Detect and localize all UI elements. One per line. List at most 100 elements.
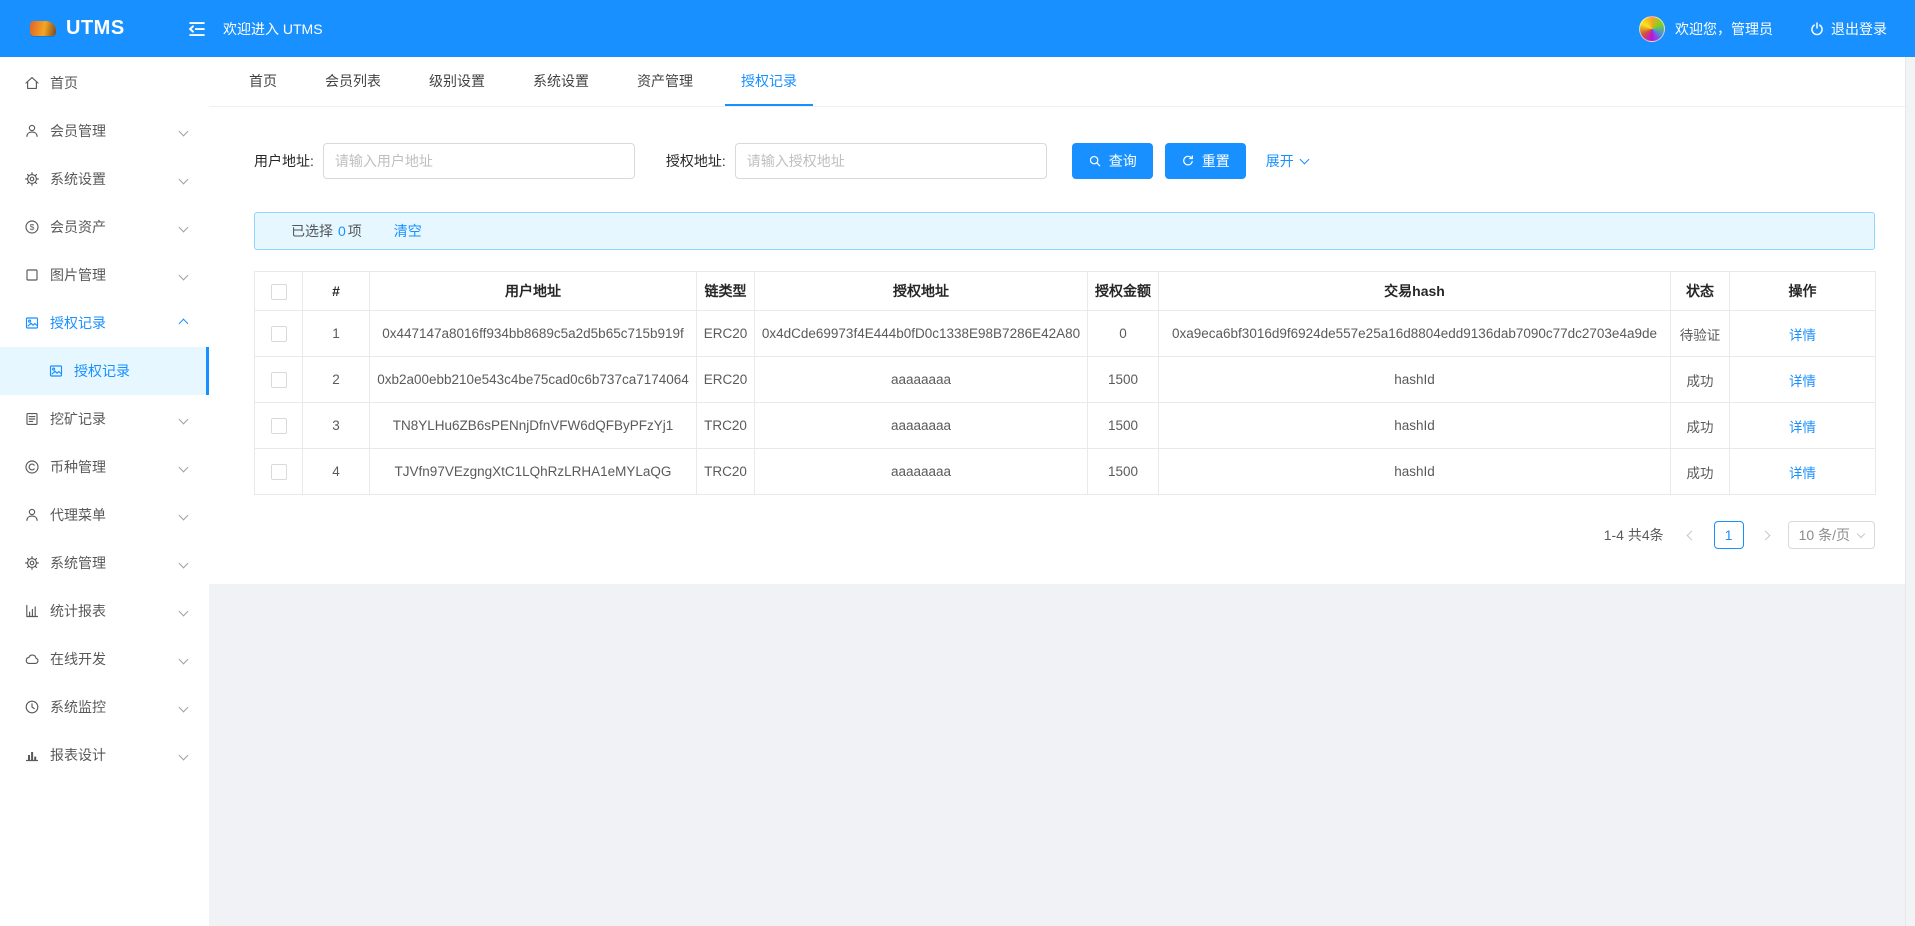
- dollar-circle-icon: $: [24, 219, 40, 235]
- user-address-cell: 0xb2a00ebb210e543c4be75cad0c6b737ca71740…: [369, 356, 697, 403]
- sidebar-item-member-management[interactable]: 会员管理: [0, 107, 209, 155]
- chevron-up-icon: [178, 318, 189, 329]
- sidebar-item-label: 系统管理: [50, 555, 106, 571]
- selection-prefix: 已选择: [291, 223, 333, 239]
- tab-level-settings[interactable]: 级别设置: [413, 57, 501, 106]
- sidebar-subitem-auth-records[interactable]: 授权记录: [0, 347, 209, 395]
- auth-address-cell: aaaaaaaa: [754, 356, 1088, 403]
- tab-home[interactable]: 首页: [233, 57, 293, 106]
- index-cell: 4: [302, 448, 370, 495]
- search-button[interactable]: 查询: [1071, 143, 1153, 179]
- sidebar-item-mining-records[interactable]: 挖矿记录: [0, 395, 209, 443]
- tab-bar: 首页 会员列表 级别设置 系统设置 资产管理 授权记录: [209, 57, 1915, 107]
- header-right: 欢迎您，管理员 退出登录: [1639, 15, 1915, 42]
- detail-link[interactable]: 详情: [1789, 328, 1816, 343]
- row-checkbox[interactable]: [270, 325, 287, 342]
- search-icon: [1089, 155, 1101, 167]
- sidebar-item-system-management[interactable]: 系统管理: [0, 539, 209, 587]
- sidebar-item-report-design[interactable]: 报表设计: [0, 731, 209, 779]
- tab-asset-management[interactable]: 资产管理: [621, 57, 709, 106]
- app-root: UTMS 欢迎进入 UTMS 欢迎您，管理员 退出登录 首页 会员管理 系统设置…: [0, 0, 1915, 926]
- prev-page-button[interactable]: [1680, 521, 1704, 549]
- chevron-down-icon: [178, 222, 189, 233]
- square-icon: [24, 267, 40, 283]
- chain-type-cell: ERC20: [696, 310, 755, 357]
- clear-selection-link[interactable]: 清空: [394, 221, 422, 241]
- tab-auth-records[interactable]: 授权记录: [725, 57, 813, 106]
- sidebar-item-image-management[interactable]: 图片管理: [0, 251, 209, 299]
- records-table: # 用户地址 链类型 授权地址 授权金额 交易hash 状态 操作 1 0x44…: [254, 271, 1876, 495]
- logo-icon: [30, 21, 56, 36]
- table-header-row: # 用户地址 链类型 授权地址 授权金额 交易hash 状态 操作: [254, 271, 1876, 311]
- clock-icon: [24, 699, 40, 715]
- sidebar-item-agent-menu[interactable]: 代理菜单: [0, 491, 209, 539]
- row-checkbox[interactable]: [270, 371, 287, 388]
- sidebar-item-online-dev[interactable]: 在线开发: [0, 635, 209, 683]
- expand-toggle[interactable]: 展开: [1266, 151, 1310, 171]
- logout-button[interactable]: 退出登录: [1809, 19, 1887, 39]
- col-action: 操作: [1729, 271, 1876, 311]
- sidebar-item-system-monitor[interactable]: 系统监控: [0, 683, 209, 731]
- sidebar-item-label: 统计报表: [50, 603, 106, 619]
- index-cell: 2: [302, 356, 370, 403]
- chevron-down-icon: [1299, 154, 1310, 165]
- col-index: #: [302, 271, 370, 311]
- sidebar-item-system-settings[interactable]: 系统设置: [0, 155, 209, 203]
- chain-type-cell: TRC20: [696, 448, 755, 495]
- logout-icon: [1809, 21, 1825, 37]
- col-user-address: 用户地址: [369, 271, 697, 311]
- status-cell: 成功: [1670, 448, 1730, 495]
- table-row: 3 TN8YLHu6ZB6sPENnjDfnVFW6dQFByPFzYj1 TR…: [254, 402, 1876, 449]
- checkbox-cell: [254, 448, 303, 495]
- chevron-down-icon: [178, 462, 189, 473]
- image-icon: [48, 363, 64, 379]
- selection-suffix: 项: [347, 223, 362, 239]
- chevron-down-icon: [178, 558, 189, 569]
- detail-link[interactable]: 详情: [1789, 420, 1816, 435]
- chevron-down-icon: [178, 606, 189, 617]
- refresh-icon: [1182, 155, 1193, 166]
- selection-count: 0: [338, 223, 346, 239]
- reset-button[interactable]: 重置: [1164, 143, 1246, 179]
- sidebar-item-member-assets[interactable]: $ 会员资产: [0, 203, 209, 251]
- avatar[interactable]: [1639, 15, 1665, 42]
- detail-link[interactable]: 详情: [1789, 374, 1816, 389]
- pagination-total: 1-4 共4条: [1603, 527, 1664, 543]
- select-all-cell: [254, 271, 303, 311]
- brand[interactable]: UTMS: [0, 17, 185, 40]
- select-all-checkbox[interactable]: [270, 283, 287, 300]
- row-checkbox[interactable]: [270, 463, 287, 480]
- sidebar-item-auth-records[interactable]: 授权记录: [0, 299, 209, 347]
- user-greeting: 欢迎您，管理员: [1675, 20, 1773, 37]
- sidebar-item-label: 会员资产: [50, 219, 106, 235]
- sidebar-item-coin-management[interactable]: 币种管理: [0, 443, 209, 491]
- sidebar: 首页 会员管理 系统设置 $ 会员资产 图片管理 授权记录 授权记录 挖矿记录 …: [0, 57, 209, 926]
- chevron-down-icon: [178, 654, 189, 665]
- row-checkbox[interactable]: [270, 417, 287, 434]
- gear-icon: [24, 171, 40, 187]
- auth-address-cell: aaaaaaaa: [754, 448, 1088, 495]
- chevron-down-icon: [178, 126, 189, 137]
- menu-fold-icon[interactable]: [187, 19, 207, 39]
- sidebar-item-home[interactable]: 首页: [0, 59, 209, 107]
- tx-hash-cell: 0xa9eca6bf3016d9f6924de557e25a16d8804edd…: [1158, 310, 1671, 357]
- checkbox-cell: [254, 356, 303, 403]
- page-size-select[interactable]: 10 条/页: [1787, 521, 1875, 549]
- user-address-input[interactable]: [322, 143, 635, 179]
- col-chain-type: 链类型: [696, 271, 755, 311]
- next-page-button[interactable]: [1754, 521, 1778, 549]
- sidebar-item-statistics-reports[interactable]: 统计报表: [0, 587, 209, 635]
- detail-link[interactable]: 详情: [1789, 466, 1816, 481]
- scrollbar[interactable]: [1905, 57, 1915, 926]
- tab-system-settings[interactable]: 系统设置: [517, 57, 605, 106]
- table-row: 4 TJVfn97VEzgngXtC1LQhRzLRHA1eMYLaQG TRC…: [254, 448, 1876, 495]
- sidebar-subitem-label: 授权记录: [74, 363, 130, 379]
- chevron-down-icon: [178, 750, 189, 761]
- tab-member-list[interactable]: 会员列表: [309, 57, 397, 106]
- chevron-right-icon: [1760, 530, 1771, 540]
- brand-title: UTMS: [66, 17, 125, 39]
- table-row: 2 0xb2a00ebb210e543c4be75cad0c6b737ca717…: [254, 356, 1876, 403]
- page-number[interactable]: 1: [1713, 521, 1744, 549]
- auth-address-input[interactable]: [734, 143, 1047, 179]
- main-area: 首页 会员列表 级别设置 系统设置 资产管理 授权记录 用户地址: 授权地址: …: [209, 57, 1915, 926]
